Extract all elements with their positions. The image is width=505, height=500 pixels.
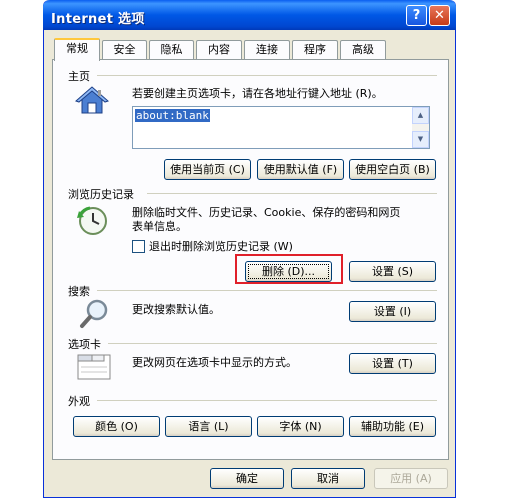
address-scrollbar[interactable]: ▲ ▼ (412, 107, 429, 148)
window-title: Internet 选项 (51, 12, 145, 27)
tabs-icon (77, 351, 111, 384)
tab-advanced[interactable]: 高级 (340, 40, 386, 59)
tab-connections[interactable]: 连接 (244, 40, 290, 59)
magnifier-icon (79, 298, 111, 333)
homepage-address-input[interactable]: about:blank ▲ ▼ (132, 106, 430, 149)
use-current-button[interactable]: 使用当前页 (C) (164, 159, 251, 180)
internet-options-dialog: Internet 选项 ? ✕ 常规 安全 隐私 内容 连接 程序 高级 主页 … (43, 0, 456, 498)
tab-content[interactable]: 内容 (196, 40, 242, 59)
search-separator (97, 290, 437, 291)
homepage-section-title: 主页 (68, 70, 90, 83)
tab-privacy[interactable]: 隐私 (149, 40, 194, 59)
delete-on-exit-checkbox[interactable] (132, 240, 145, 253)
history-separator (147, 193, 437, 194)
scroll-up-icon[interactable]: ▲ (412, 107, 429, 124)
tab-programs[interactable]: 程序 (292, 40, 338, 59)
delete-on-exit-label[interactable]: 退出时删除浏览历史记录 (W) (149, 240, 293, 254)
history-clock-icon (77, 205, 109, 240)
help-button[interactable]: ? (406, 5, 427, 26)
history-section-title: 浏览历史记录 (68, 188, 134, 201)
use-default-button[interactable]: 使用默认值 (F) (257, 159, 344, 180)
search-settings-button[interactable]: 设置 (I) (349, 301, 436, 322)
appearance-section-title: 外观 (68, 395, 90, 408)
ok-button[interactable]: 确定 (210, 468, 284, 489)
accessibility-button[interactable]: 辅助功能 (E) (349, 416, 436, 437)
cancel-button[interactable]: 取消 (291, 468, 365, 489)
apply-button: 应用 (A) (374, 468, 448, 489)
history-settings-button[interactable]: 设置 (S) (349, 261, 436, 282)
tabs-description: 更改网页在选项卡中显示的方式。 (132, 356, 297, 369)
search-section-title: 搜索 (68, 285, 90, 298)
tabs-separator (108, 343, 437, 344)
history-description-line2: 表单信息。 (132, 220, 187, 233)
history-description-line1: 删除临时文件、历史记录、Cookie、保存的密码和网页 (132, 206, 401, 219)
tab-general[interactable]: 常规 (54, 38, 100, 61)
fonts-button[interactable]: 字体 (N) (257, 416, 344, 437)
homepage-address-value[interactable]: about:blank (135, 109, 210, 122)
tab-security[interactable]: 安全 (102, 40, 147, 59)
languages-button[interactable]: 语言 (L) (165, 416, 252, 437)
search-description: 更改搜索默认值。 (132, 303, 220, 316)
homepage-separator (97, 75, 437, 76)
delete-button-highlight-box (235, 254, 343, 284)
scroll-down-icon[interactable]: ▼ (412, 131, 429, 148)
appearance-separator (97, 400, 437, 401)
close-button[interactable]: ✕ (429, 5, 450, 26)
tabs-settings-button[interactable]: 设置 (T) (349, 353, 436, 374)
use-blank-button[interactable]: 使用空白页 (B) (349, 159, 436, 180)
colors-button[interactable]: 颜色 (O) (73, 416, 160, 437)
homepage-description: 若要创建主页选项卡，请在各地址行键入地址 (R)。 (132, 87, 383, 100)
title-bar[interactable]: Internet 选项 ? ✕ (43, 0, 456, 30)
house-icon (75, 85, 109, 118)
tabs-section-title: 选项卡 (68, 338, 101, 351)
